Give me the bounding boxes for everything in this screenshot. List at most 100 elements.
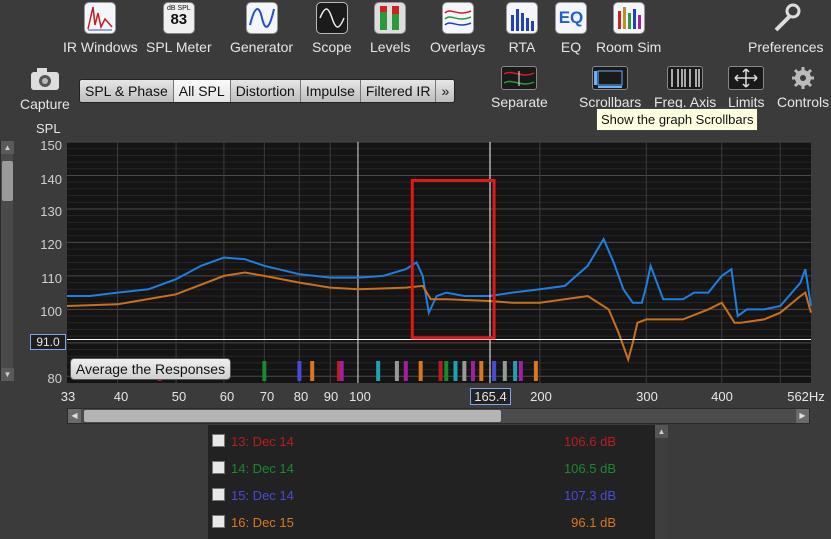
measurement-name: 16: Dec 15 xyxy=(231,515,294,530)
measurement-name: 13: Dec 14 xyxy=(231,434,294,449)
measurement-checkbox[interactable] xyxy=(212,488,225,501)
list-item[interactable]: 15: Dec 14 107.3 dB xyxy=(208,482,656,509)
toolbar-label: Room Sim xyxy=(596,39,662,55)
toolbar-spl-meter[interactable]: dB SPL 83 SPL Meter xyxy=(146,0,212,55)
list-item[interactable]: 14: Dec 14 106.5 dB xyxy=(208,455,656,482)
tab-spl-phase[interactable]: SPL & Phase xyxy=(80,80,174,102)
toolbar-ir-windows[interactable]: IR Windows xyxy=(63,0,138,55)
freq-axis-icon xyxy=(667,66,704,90)
scroll-up-icon[interactable]: ▲ xyxy=(655,425,668,438)
tab-filtered-ir[interactable]: Filtered IR xyxy=(360,80,437,102)
toolbar-eq[interactable]: EQ EQ xyxy=(555,0,587,55)
tab-distortion[interactable]: Distortion xyxy=(230,80,301,102)
scrollbars-button[interactable]: Scrollbars xyxy=(579,66,641,110)
toolbar-label: Generator xyxy=(230,39,294,55)
controls-label: Controls xyxy=(777,94,830,110)
measurement-list: 13: Dec 14 106.6 dB 14: Dec 14 106.5 dB … xyxy=(208,425,668,539)
y-tick: 120 xyxy=(40,237,62,252)
toolbar-label: EQ xyxy=(560,39,582,55)
tab-all-spl[interactable]: All SPL xyxy=(173,80,231,102)
freq-axis-button[interactable]: Freq. Axis xyxy=(654,66,716,110)
rta-icon xyxy=(506,2,538,34)
measurement-marker xyxy=(297,361,302,381)
measurement-marker xyxy=(262,361,267,381)
spl-meter-icon: dB SPL 83 xyxy=(162,2,195,34)
y-tick: 110 xyxy=(41,271,62,286)
measurement-marker xyxy=(533,361,538,381)
measurement-marker xyxy=(444,361,449,381)
measurement-checkbox[interactable] xyxy=(212,461,225,474)
y-tick: 130 xyxy=(40,204,62,219)
toolbar-label: Preferences xyxy=(748,39,824,55)
measurement-marker xyxy=(339,361,344,381)
measurement-level: 96.1 dB xyxy=(571,515,616,530)
toolbar-preferences[interactable]: Preferences xyxy=(748,0,823,55)
x-tick: 70 xyxy=(259,389,275,404)
separate-label: Separate xyxy=(491,94,548,110)
wrench-icon xyxy=(770,2,802,34)
generator-icon xyxy=(245,2,278,34)
x-tick: 300 xyxy=(636,389,658,404)
gear-icon xyxy=(791,66,815,90)
toolbar-overlays[interactable]: Overlays xyxy=(430,0,485,55)
separate-icon xyxy=(501,66,538,90)
separate-button[interactable]: Separate xyxy=(491,66,548,110)
x-tick: 562Hz xyxy=(787,389,825,404)
y-tick: 150 xyxy=(40,138,62,153)
measurement-checkbox[interactable] xyxy=(212,515,225,528)
overlays-icon xyxy=(441,2,474,34)
cursor-y-readout: 91.0 xyxy=(30,334,66,350)
measurement-marker xyxy=(310,361,315,381)
measurement-marker xyxy=(518,361,523,381)
scope-icon xyxy=(315,2,348,34)
limits-button[interactable]: Limits xyxy=(728,66,765,110)
measurement-marker xyxy=(502,361,507,381)
measurement-marker xyxy=(470,361,475,381)
measurement-marker xyxy=(479,361,484,381)
list-scrollbar[interactable]: ▲ xyxy=(655,425,668,539)
average-responses-button[interactable]: Average the Responses xyxy=(70,358,231,380)
measurement-marker xyxy=(418,361,423,381)
measurement-marker xyxy=(513,361,518,381)
toolbar-generator[interactable]: Generator xyxy=(230,0,293,55)
spl-graph[interactable] xyxy=(0,138,831,388)
toolbar-rta[interactable]: RTA xyxy=(506,0,538,55)
camera-icon xyxy=(29,66,61,92)
controls-button[interactable]: Controls xyxy=(777,66,829,110)
measurement-checkbox[interactable] xyxy=(212,434,225,447)
scroll-right-icon[interactable]: ▶ xyxy=(796,409,809,423)
toolbar-room-sim[interactable]: Room Sim xyxy=(596,0,661,55)
toolbar-label: Overlays xyxy=(430,39,486,55)
scrollbars-tooltip: Show the graph Scrollbars xyxy=(596,108,759,131)
toolbar-scope[interactable]: Scope xyxy=(312,0,352,55)
x-tick: 90 xyxy=(323,389,339,404)
measurement-marker xyxy=(376,361,381,381)
horizontal-scrollbar[interactable]: ◀ ▶ xyxy=(67,408,810,424)
measurement-marker xyxy=(438,361,443,381)
tab-impulse[interactable]: Impulse xyxy=(300,80,361,102)
x-tick: 33 xyxy=(60,389,76,404)
toolbar-label: Scope xyxy=(312,39,352,55)
x-tick: 50 xyxy=(171,389,187,404)
capture-label: Capture xyxy=(20,96,70,112)
x-tick: 60 xyxy=(219,389,235,404)
measurement-level: 106.5 dB xyxy=(563,461,616,476)
scrollbars-icon xyxy=(592,66,629,90)
tab-more[interactable]: » xyxy=(436,80,455,102)
list-item[interactable]: 16: Dec 15 96.1 dB xyxy=(208,509,656,536)
toolbar-levels[interactable]: Levels xyxy=(370,0,410,55)
x-tick: 400 xyxy=(711,389,733,404)
app-window: IR Windows dB SPL 83 SPL Meter Generator… xyxy=(0,0,831,539)
x-tick: 100 xyxy=(349,389,371,404)
scroll-left-icon[interactable]: ◀ xyxy=(68,409,81,423)
horizontal-scroll-thumb[interactable] xyxy=(84,410,501,422)
y-tick: 80 xyxy=(47,371,62,386)
ir-windows-icon xyxy=(84,2,117,34)
y-tick: 140 xyxy=(40,172,62,187)
list-item[interactable]: 13: Dec 14 106.6 dB xyxy=(208,428,656,455)
spl-meter-value: 83 xyxy=(170,11,188,28)
room-sim-icon xyxy=(612,2,645,34)
x-tick: 80 xyxy=(293,389,309,404)
toolbar-label: RTA xyxy=(508,39,536,55)
capture-button[interactable]: Capture xyxy=(20,66,70,112)
